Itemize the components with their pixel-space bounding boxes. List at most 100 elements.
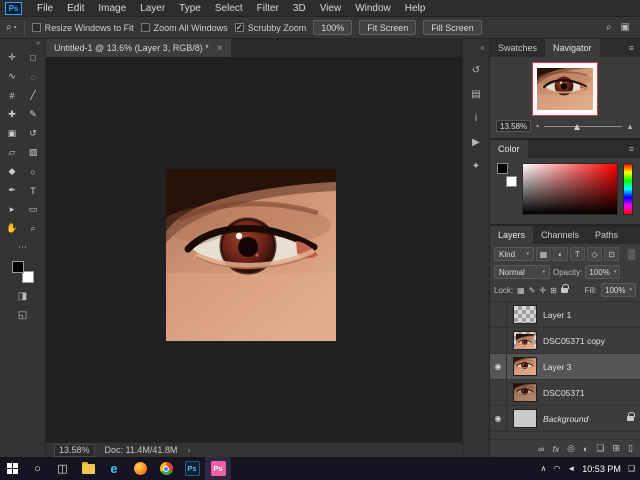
menu-view[interactable]: View [313,0,349,17]
layer-row[interactable]: DSC05371 copy [490,328,640,354]
gradient-tool[interactable]: ▧ [23,143,44,162]
saturation-field[interactable] [522,163,618,215]
navigator-zoom-slider[interactable] [544,123,623,130]
tab-swatches[interactable]: Swatches [490,39,545,57]
hue-slider[interactable] [623,163,633,215]
layer-row-selected[interactable]: ◉ Layer 3 [490,354,640,380]
tab-paths[interactable]: Paths [587,226,626,244]
link-layers-button[interactable]: ∞ [538,444,544,454]
taskbar-clock[interactable]: 10:53 PM [582,464,621,474]
close-icon[interactable]: × [217,43,223,54]
status-menu-chevron[interactable]: › [187,445,190,455]
lock-all-button[interactable] [560,283,569,293]
layer-thumbnail[interactable] [513,383,537,402]
brush-tool[interactable]: ✎ [23,105,44,124]
lock-artboard-button[interactable]: ⊞ [550,286,557,295]
move-tool[interactable]: ✛ [2,48,23,67]
hidden-icons-chevron[interactable]: ∧ [541,464,547,473]
pen-tool[interactable]: ✒ [2,181,23,200]
visibility-toggle[interactable] [490,380,507,405]
taskbar-firefox[interactable] [127,457,153,480]
tab-navigator[interactable]: Navigator [545,39,600,57]
info-panel-button[interactable]: i [475,113,477,124]
canvas[interactable] [46,57,462,442]
collapse-toolbar-button[interactable]: » [36,40,45,48]
screen-mode-button[interactable]: ◱ [18,310,27,321]
filter-toggle[interactable] [627,247,636,261]
menu-help[interactable]: Help [398,0,433,17]
taskbar-chrome[interactable] [153,457,179,480]
path-selection-tool[interactable]: ▸ [2,200,23,219]
navigator-zoom-field[interactable]: 13.58% [496,120,532,132]
kind-filter-dropdown[interactable]: Kind ▾ [494,247,534,261]
foreground-color-swatch[interactable] [11,261,24,273]
type-tool[interactable]: T [23,181,44,200]
lasso-tool[interactable]: ∿ [2,67,23,86]
new-group-button[interactable]: ❏ [596,443,604,454]
filter-adjustment-layers-button[interactable]: ◐ [553,247,568,261]
panel-menu-icon[interactable]: ≡ [623,140,640,158]
layer-thumbnail[interactable] [513,409,537,428]
layer-thumbnail[interactable] [513,331,537,350]
blur-tool[interactable]: ◆ [2,162,23,181]
zoom-in-icon[interactable]: ▲ [626,122,634,131]
crop-tool[interactable]: # [2,86,23,105]
taskbar-edge[interactable]: e [101,457,127,480]
menu-type[interactable]: Type [172,0,208,17]
filter-type-layers-button[interactable]: T [570,247,585,261]
fill-field[interactable]: 100% ▾ [601,283,636,297]
search-button[interactable]: ○ [25,457,50,480]
notification-center-button[interactable]: ❑ [628,464,635,473]
visibility-toggle[interactable]: ◉ [490,406,507,431]
quick-mask-button[interactable]: ◨ [18,291,27,302]
healing-brush-tool[interactable]: ✚ [2,105,23,124]
taskbar-file-explorer[interactable] [75,457,101,480]
add-layer-mask-button[interactable]: ◎ [567,443,575,454]
dodge-tool[interactable]: ○ [23,162,44,181]
panel-menu-icon[interactable]: ≡ [623,39,640,57]
quick-selection-tool[interactable]: ◌ [23,67,44,86]
layer-row[interactable]: ◉ Background [490,406,640,432]
marquee-tool[interactable]: □ [23,48,44,67]
edit-toolbar-button[interactable]: ⋯ [18,242,27,253]
menu-filter[interactable]: Filter [250,0,286,17]
menu-window[interactable]: Window [348,0,398,17]
start-button[interactable] [0,457,25,480]
menu-file[interactable]: File [30,0,60,17]
delete-layer-button[interactable]: ▯ [628,443,633,454]
zoom-out-icon[interactable]: ▲ [535,123,540,129]
fill-screen-button[interactable]: Fill Screen [423,20,482,35]
layer-thumbnail[interactable] [513,357,537,376]
visibility-toggle[interactable] [490,302,507,327]
blend-mode-dropdown[interactable]: Normal ▾ [494,265,550,279]
current-tool-indicator[interactable]: ⌕ ▾ [6,22,17,33]
fit-screen-button[interactable]: Fit Screen [359,20,417,35]
search-icon[interactable]: ⌕ [606,22,612,33]
task-view-button[interactable]: ◫ [50,457,75,480]
rectangle-tool[interactable]: ▭ [23,200,44,219]
lock-position-button[interactable]: ✛ [539,286,546,295]
layer-styles-button[interactable]: fx [553,444,560,454]
hand-tool[interactable]: ✋ [2,219,23,238]
scrubby-zoom-checkbox[interactable]: ✓ Scrubby Zoom [234,23,306,33]
menu-edit[interactable]: Edit [60,0,91,17]
menu-image[interactable]: Image [91,0,133,17]
filter-shape-layers-button[interactable]: ◇ [587,247,602,261]
layer-row[interactable]: Layer 1 [490,302,640,328]
navigator-proxy-view[interactable] [532,62,598,116]
canvas-artwork[interactable] [166,169,336,341]
workspace-icon[interactable]: ▣ [621,22,630,33]
menu-3d[interactable]: 3D [286,0,313,17]
history-brush-tool[interactable]: ↺ [23,124,44,143]
filter-smart-objects-button[interactable]: ⊡ [604,247,619,261]
clone-stamp-tool[interactable]: ▣ [2,124,23,143]
eyedropper-tool[interactable]: ╱ [23,86,44,105]
lock-pixels-button[interactable]: ✎ [529,286,536,295]
expand-panels-button[interactable]: « [481,43,489,52]
visibility-toggle[interactable] [490,328,507,353]
eraser-tool[interactable]: ▱ [2,143,23,162]
document-tab[interactable]: Untitled-1 @ 13.6% (Layer 3, RGB/8) * × [46,39,231,57]
status-zoom-field[interactable]: 13.58% [54,443,95,457]
tab-color[interactable]: Color [490,140,528,158]
tab-layers[interactable]: Layers [490,226,534,244]
